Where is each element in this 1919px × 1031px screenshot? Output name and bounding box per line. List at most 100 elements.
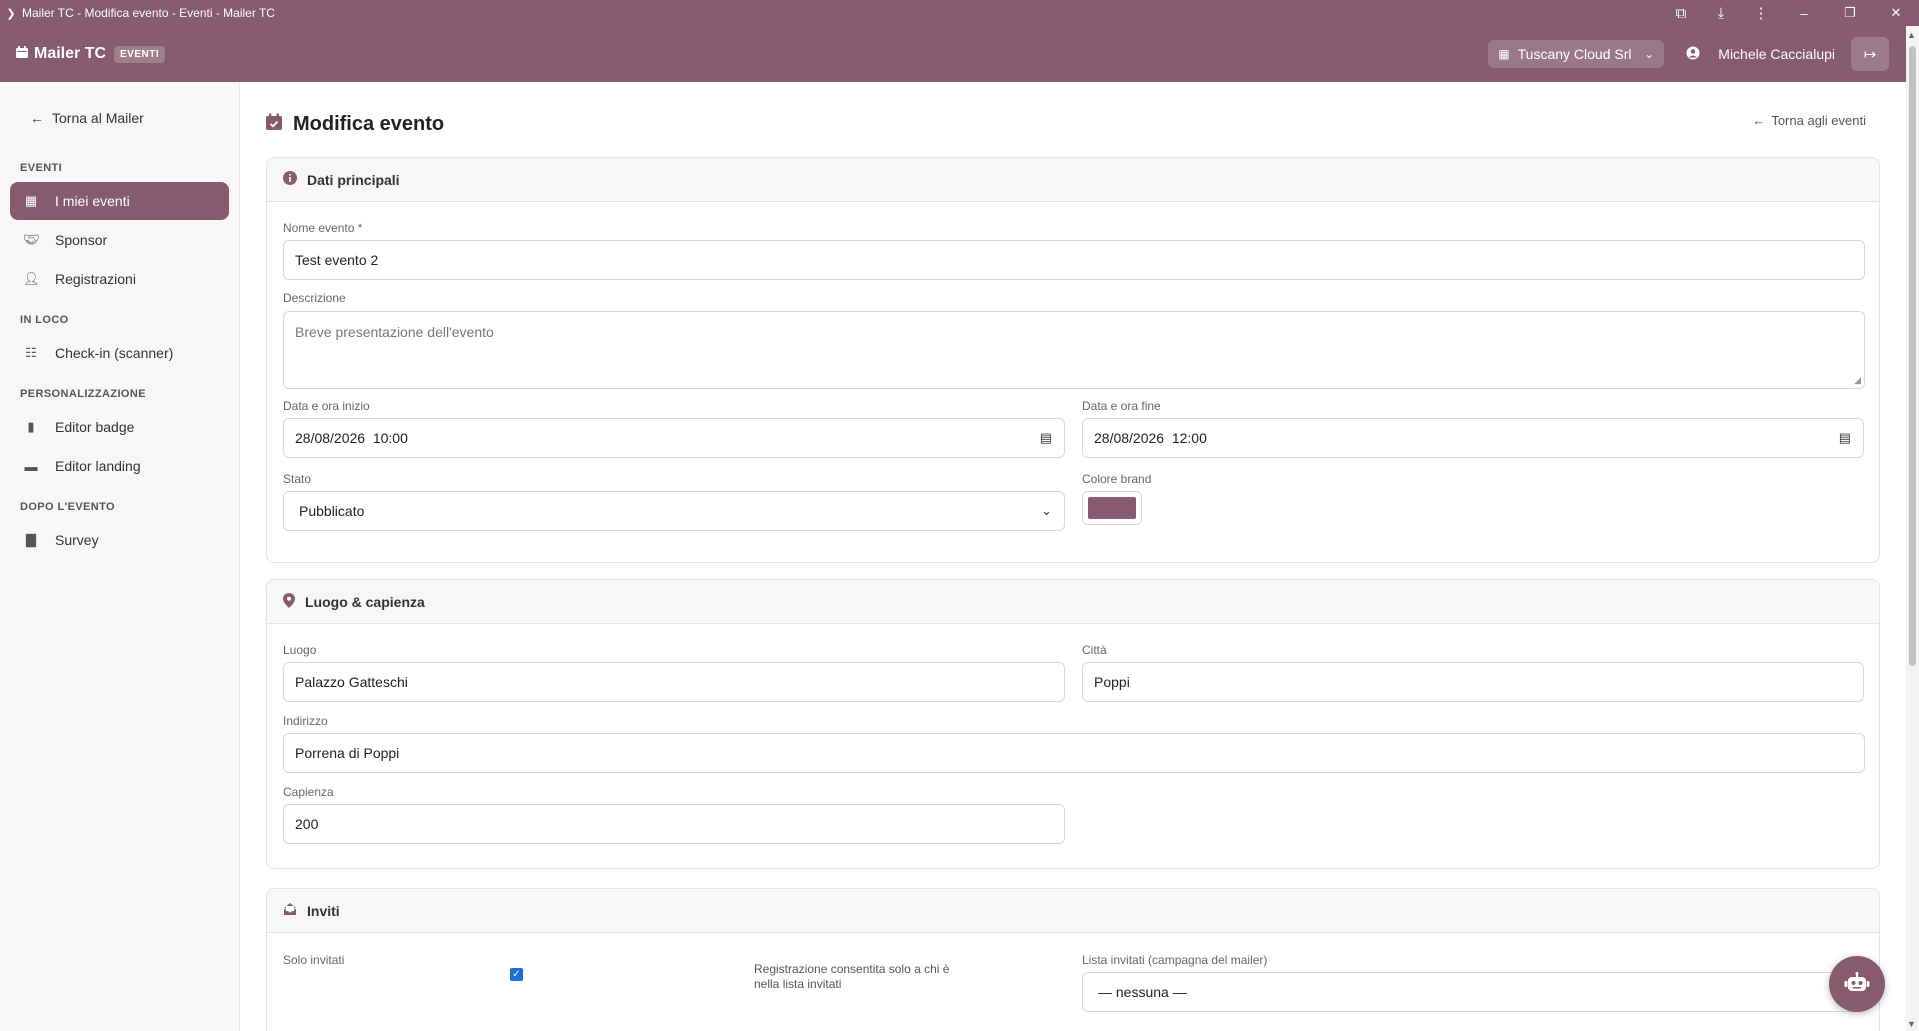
handshake-icon: 🤝︎: [23, 232, 40, 247]
sidebar: ← Torna al Mailer EVENTI ▦ I miei eventi…: [0, 82, 240, 1031]
sidebar-item-sponsor[interactable]: 🤝︎ Sponsor: [10, 221, 229, 259]
card-header: Luogo & capienza: [267, 580, 1879, 624]
resize-grip-icon[interactable]: ◢: [1854, 375, 1861, 386]
restore-button[interactable]: ❐: [1827, 0, 1873, 26]
robot-icon: [1844, 971, 1870, 997]
chart-icon: ▇: [26, 532, 36, 547]
brand[interactable]: Mailer TC EVENTI: [15, 45, 166, 64]
luogo-input[interactable]: Palazzo Gatteschi: [283, 662, 1065, 702]
window-icon: ▬: [24, 458, 38, 474]
scroll-up-icon[interactable]: ▲: [1907, 30, 1916, 40]
colore-brand-picker[interactable]: [1082, 491, 1142, 525]
chevron-down-icon: ⌄: [1041, 503, 1052, 518]
indirizzo-label: Indirizzo: [283, 714, 328, 728]
descrizione-label: Descrizione: [283, 291, 346, 305]
sidebar-item-check-in[interactable]: ☷ Check-in (scanner): [10, 334, 229, 372]
data-fine-label: Data e ora fine: [1082, 399, 1161, 413]
solo-invitati-label: Solo invitati: [283, 953, 345, 967]
sidebar-item-label: Check-in (scanner): [55, 345, 174, 361]
sidebar-item-label: I miei eventi: [55, 193, 130, 209]
sidebar-item-label: Editor badge: [55, 419, 135, 435]
color-swatch: [1088, 497, 1136, 519]
page-title-text: Modifica evento: [293, 113, 445, 135]
assistant-bot-button[interactable]: [1829, 956, 1885, 1012]
logout-button[interactable]: ↦: [1851, 37, 1889, 71]
calendar-picker-icon[interactable]: ▤: [1839, 430, 1851, 446]
citta-value: Poppi: [1094, 674, 1130, 690]
data-inizio-label: Data e ora inizio: [283, 399, 370, 413]
descrizione-placeholder: Breve presentazione dell'evento: [295, 324, 494, 340]
back-to-mailer-link[interactable]: ← Torna al Mailer: [30, 110, 144, 126]
sidebar-item-registrazioni[interactable]: 👤︎ Registrazioni: [10, 260, 229, 298]
descrizione-textarea[interactable]: Breve presentazione dell'evento ◢: [283, 311, 1865, 389]
nome-evento-input[interactable]: Test evento 2: [283, 240, 1865, 280]
user-menu[interactable]: Michele Caccialupi: [1686, 46, 1835, 63]
stato-label: Stato: [283, 472, 312, 486]
card-dati-principali: Dati principali Nome evento * Test event…: [266, 157, 1880, 563]
lista-invitati-select[interactable]: — nessuna —: [1082, 972, 1864, 1012]
calendar-icon: [15, 45, 29, 64]
solo-invitati-checkbox[interactable]: ✓: [510, 968, 523, 981]
extensions-icon[interactable]: ⧉: [1661, 0, 1701, 26]
card-title: Dati principali: [307, 171, 400, 188]
calendar-picker-icon[interactable]: ▤: [1040, 430, 1052, 446]
badge-icon: ▮: [27, 419, 35, 434]
section-in-loco: IN LOCO: [20, 314, 69, 326]
sidebar-item-label: Registrazioni: [55, 271, 136, 287]
calendar-icon: ▦: [24, 193, 38, 208]
capienza-label: Capienza: [283, 785, 334, 799]
back-to-events-link[interactable]: ← Torna agli eventi: [1752, 113, 1866, 128]
organization-select[interactable]: ▦ Tuscany Cloud Srl ⌄: [1488, 40, 1665, 68]
indirizzo-input[interactable]: Porrena di Poppi: [283, 733, 1865, 773]
sidebar-item-label: Sponsor: [55, 232, 108, 248]
logout-icon: ↦: [1863, 46, 1877, 63]
citta-label: Città: [1082, 643, 1107, 657]
window-title: Mailer TC - Modifica evento - Eventi - M…: [22, 6, 275, 20]
scroll-down-icon[interactable]: ▼: [1907, 1019, 1916, 1029]
capienza-input[interactable]: 200: [283, 804, 1065, 844]
sidebar-item-editor-badge[interactable]: ▮ Editor badge: [10, 408, 229, 446]
main-content: Modifica evento ← Torna agli eventi Dati…: [241, 82, 1906, 1031]
stato-value: Pubblicato: [299, 503, 365, 519]
sidebar-item-survey[interactable]: ▇ Survey: [10, 521, 229, 559]
envelope-open-icon: [283, 902, 297, 919]
sidebar-item-miei-eventi[interactable]: ▦ I miei eventi: [10, 182, 229, 220]
data-fine-value: 28/08/2026 12:00: [1094, 430, 1207, 446]
close-window-button[interactable]: ✕: [1873, 0, 1919, 26]
card-header: Inviti: [267, 889, 1879, 933]
scrollbar-thumb[interactable]: [1909, 46, 1916, 666]
section-eventi: EVENTI: [20, 162, 63, 174]
capienza-value: 200: [295, 816, 319, 832]
solo-invitati-hint: Registrazione consentita solo a chi è ne…: [754, 962, 950, 991]
sidebar-item-editor-landing[interactable]: ▬ Editor landing: [10, 447, 229, 485]
section-dopo-evento: DOPO L'EVENTO: [20, 501, 116, 513]
card-title: Inviti: [307, 902, 340, 919]
data-fine-input[interactable]: 28/08/2026 12:00 ▤: [1082, 418, 1864, 458]
user-name: Michele Caccialupi: [1718, 46, 1835, 62]
page-title: Modifica evento: [265, 113, 444, 136]
citta-input[interactable]: Poppi: [1082, 662, 1864, 702]
chevron-down-icon: ⌄: [1644, 47, 1655, 61]
data-inizio-input[interactable]: 28/08/2026 10:00 ▤: [283, 418, 1065, 458]
luogo-label: Luogo: [283, 643, 317, 657]
back-to-mailer-label: Torna al Mailer: [52, 110, 144, 126]
back-to-events-label: Torna agli eventi: [1771, 113, 1866, 128]
arrow-left-icon: ←: [1752, 113, 1766, 128]
user-circle-icon: [1686, 46, 1700, 63]
card-title: Luogo & capienza: [305, 593, 425, 610]
user-check-icon: 👤︎: [23, 271, 40, 286]
lista-invitati-label: Lista invitati (campagna del mailer): [1082, 953, 1268, 967]
card-header: Dati principali: [267, 158, 1879, 202]
more-menu-icon[interactable]: ⋮: [1741, 0, 1781, 26]
nome-evento-value: Test evento 2: [295, 252, 379, 268]
minimize-button[interactable]: –: [1781, 0, 1827, 26]
map-pin-icon: [283, 592, 295, 611]
brand-name: Mailer TC: [34, 45, 107, 62]
stato-select[interactable]: Pubblicato ⌄: [283, 491, 1065, 531]
data-inizio-value: 28/08/2026 10:00: [295, 430, 408, 446]
organization-name: Tuscany Cloud Srl: [1517, 46, 1632, 62]
luogo-value: Palazzo Gatteschi: [295, 674, 408, 690]
lista-invitati-value: — nessuna —: [1098, 984, 1187, 1000]
download-icon[interactable]: ⤓: [1701, 0, 1741, 26]
page-scrollbar[interactable]: ▲ ▼: [1906, 26, 1919, 1031]
